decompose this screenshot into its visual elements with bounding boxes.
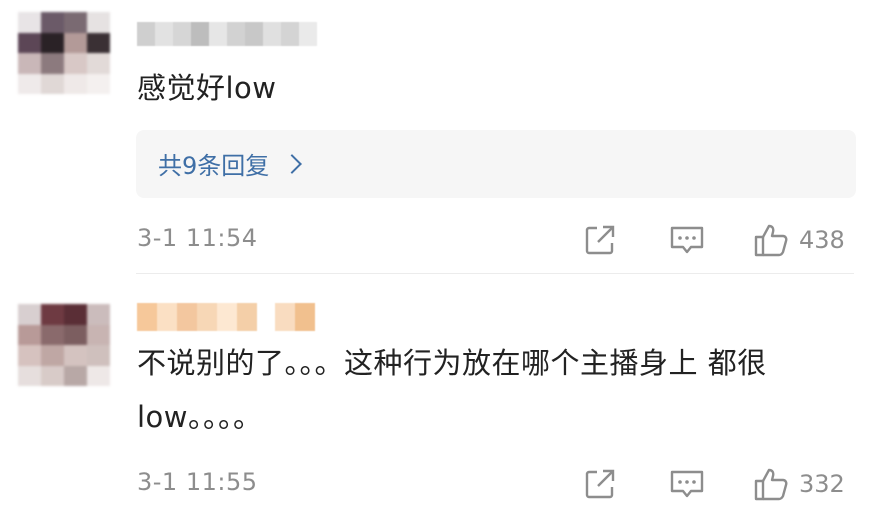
share-button[interactable]	[583, 464, 617, 504]
share-icon	[585, 225, 615, 255]
replies-box[interactable]: 共9条回复	[136, 130, 856, 198]
username-pixel	[137, 22, 155, 46]
username-pixel	[209, 22, 227, 46]
avatar-pixel	[18, 304, 41, 325]
like-count: 438	[799, 226, 845, 254]
username-pixel	[197, 303, 217, 331]
username-pixel	[155, 22, 173, 46]
username-pixel	[275, 303, 295, 331]
avatar-pixel	[64, 73, 87, 94]
comment-icon	[670, 470, 704, 498]
username-pixel	[191, 22, 209, 46]
avatar-pixel	[18, 53, 41, 74]
username-pixel	[299, 22, 317, 46]
avatar-pixel	[87, 304, 110, 325]
avatar-pixel	[64, 304, 87, 325]
avatar-pixel	[18, 324, 41, 345]
avatar-pixel	[41, 53, 64, 74]
avatar[interactable]	[18, 12, 110, 94]
username-pixel	[157, 303, 177, 331]
thumbs-up-icon	[754, 468, 788, 501]
chevron-right-icon	[282, 153, 303, 174]
avatar-pixel	[18, 365, 41, 386]
avatar-pixel	[64, 324, 87, 345]
like-button[interactable]: 438	[753, 220, 845, 260]
avatar-pixel	[64, 12, 87, 33]
comment-text: 感觉好low	[137, 71, 277, 105]
comment-icon	[670, 226, 704, 254]
comment-time: 3-1 11:54	[137, 224, 258, 252]
username-pixel	[281, 22, 299, 46]
like-count: 332	[799, 470, 845, 498]
avatar-pixel	[64, 32, 87, 53]
share-button[interactable]	[583, 220, 617, 260]
avatar-pixel	[41, 73, 64, 94]
comment-item: 不说别的了。。。这种行为放在哪个主播身上 都很low。。。。 3-1 11:55	[0, 276, 874, 515]
divider	[136, 273, 854, 274]
avatar-pixel	[87, 73, 110, 94]
username-pixel	[173, 22, 191, 46]
avatar-pixel	[41, 324, 64, 345]
comment-text: 不说别的了。。。这种行为放在哪个主播身上 都很low。。。。	[137, 346, 767, 434]
avatar-pixel	[87, 345, 110, 366]
avatar-pixel	[18, 32, 41, 53]
replies-label: 共9条回复	[158, 152, 270, 180]
avatar-pixel	[41, 365, 64, 386]
thumbs-up-icon	[754, 224, 788, 257]
avatar-pixel	[41, 32, 64, 53]
share-icon	[585, 469, 615, 499]
avatar-pixel	[87, 324, 110, 345]
comment-footer: 3-1 11:55 332	[137, 464, 852, 504]
like-button[interactable]: 332	[753, 464, 845, 504]
username-pixel	[177, 303, 197, 331]
avatar-pixel	[41, 12, 64, 33]
username-pixel	[263, 22, 281, 46]
username-pixel	[245, 22, 263, 46]
avatar-pixel	[41, 345, 64, 366]
avatar[interactable]	[18, 304, 110, 386]
comment-button[interactable]	[669, 464, 705, 504]
avatar-pixel	[64, 365, 87, 386]
username-pixel	[237, 303, 257, 331]
username-pixel	[137, 303, 157, 331]
username-pixel	[227, 22, 245, 46]
avatar-pixel	[41, 304, 64, 325]
avatar-pixel	[87, 53, 110, 74]
avatar-pixel	[87, 365, 110, 386]
avatar-pixel	[18, 12, 41, 33]
comment-button[interactable]	[669, 220, 705, 260]
view-replies-link[interactable]: 共9条回复	[158, 146, 303, 181]
username-pixel	[217, 303, 237, 331]
username-pixel	[295, 303, 315, 331]
comment-footer: 3-1 11:54 438	[137, 220, 852, 260]
avatar-pixel	[64, 345, 87, 366]
username[interactable]	[137, 303, 315, 331]
avatar-pixel	[18, 73, 41, 94]
avatar-pixel	[18, 345, 41, 366]
avatar-pixel	[64, 53, 87, 74]
comment-time: 3-1 11:55	[137, 468, 258, 496]
comment-item: 感觉好low 共9条回复 3-1 11:54 438	[0, 0, 874, 272]
avatar-pixel	[87, 12, 110, 33]
avatar-pixel	[87, 32, 110, 53]
username[interactable]	[137, 22, 317, 46]
